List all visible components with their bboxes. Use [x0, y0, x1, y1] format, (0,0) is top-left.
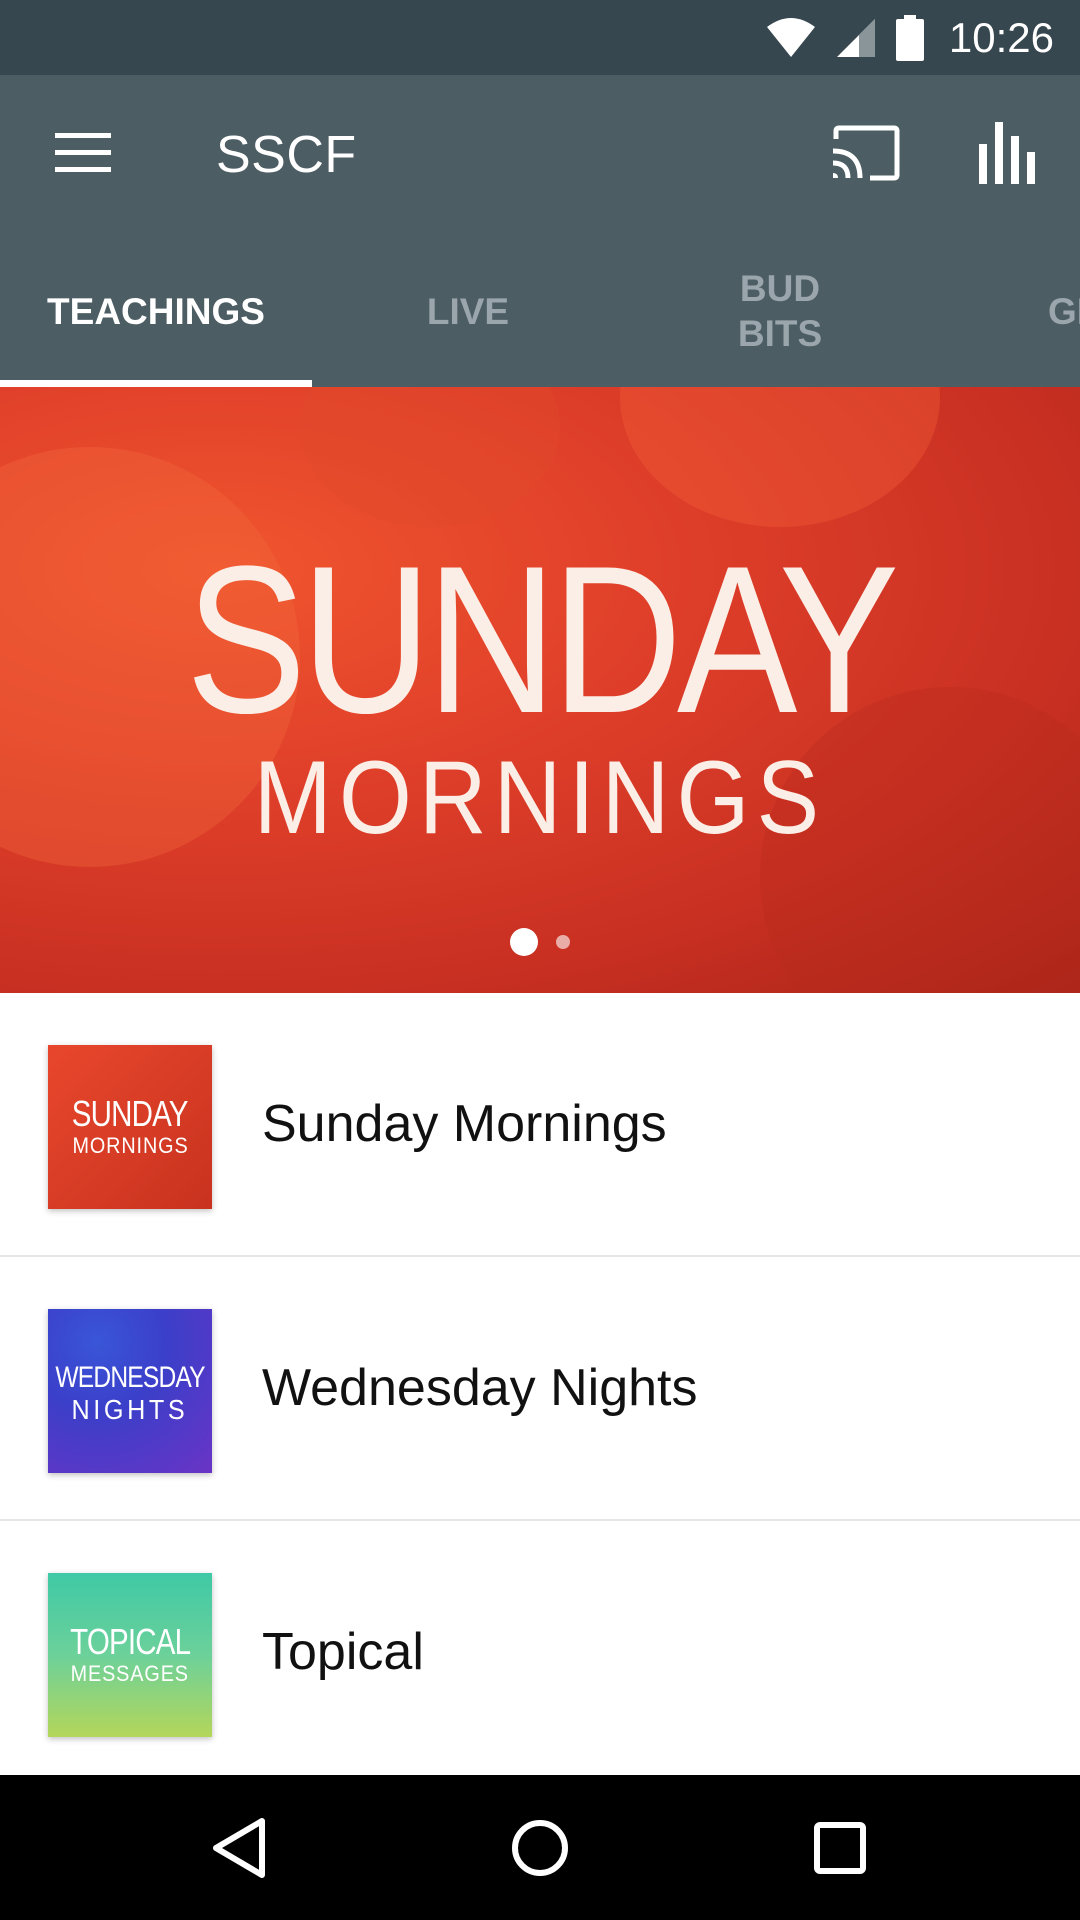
- list-item-wednesday-nights[interactable]: WEDNESDAY NIGHTS Wednesday Nights: [0, 1257, 1080, 1521]
- recents-icon: [812, 1820, 868, 1881]
- thumbnail-wednesday-nights: WEDNESDAY NIGHTS: [48, 1309, 212, 1473]
- tab-bar: TEACHINGS LIVE BUD BITS GI: [0, 235, 1080, 387]
- thumbnail-title: WEDNESDAY: [55, 1361, 205, 1394]
- app-bar: SSCF: [0, 75, 1080, 235]
- pager-dot[interactable]: [556, 935, 570, 949]
- recents-button[interactable]: [795, 1805, 885, 1895]
- screen: 10:26 SSCF TEACHINGS LIVE BUD BITS G SUN…: [0, 0, 1080, 1920]
- status-time: 10:26: [948, 13, 1054, 61]
- tab-indicator: [0, 380, 312, 387]
- list-item-sunday-mornings[interactable]: SUNDAY MORNINGS Sunday Mornings: [0, 993, 1080, 1257]
- cast-button[interactable]: [820, 119, 910, 191]
- app-title: SSCF: [216, 126, 357, 184]
- hero-title-line1: SUNDAY: [185, 522, 899, 757]
- back-icon: [210, 1817, 270, 1884]
- thumbnail-sunday-mornings: SUNDAY MORNINGS: [48, 1045, 212, 1209]
- hero-title-line2: MORNINGS: [253, 740, 827, 856]
- list-item-topical[interactable]: TOPICAL MESSAGES Topical: [0, 1521, 1080, 1785]
- thumbnail-title: SUNDAY: [72, 1093, 189, 1134]
- tab-gi[interactable]: GI: [1048, 235, 1080, 387]
- status-bar: 10:26: [0, 0, 1080, 75]
- stats-button[interactable]: [964, 119, 1050, 191]
- tab-live[interactable]: LIVE: [312, 235, 624, 387]
- battery-icon: [895, 14, 925, 61]
- home-button[interactable]: [495, 1805, 585, 1895]
- stats-icon: [979, 121, 1035, 189]
- back-button[interactable]: [195, 1805, 285, 1895]
- hero-banner[interactable]: SUNDAY MORNINGS: [0, 387, 1080, 993]
- status-icons: 10:26: [765, 0, 1054, 75]
- menu-button[interactable]: [40, 119, 126, 191]
- thumbnail-title: TOPICAL: [69, 1621, 191, 1662]
- thumbnail-subtitle: NIGHTS: [71, 1394, 189, 1425]
- list-item-label: Sunday Mornings: [262, 1095, 667, 1153]
- list-item-label: Wednesday Nights: [262, 1359, 698, 1417]
- cast-icon: [830, 125, 900, 186]
- hero-bokeh: [620, 387, 940, 527]
- tab-bud-bits[interactable]: BUD BITS: [624, 235, 936, 387]
- pager-dots: [0, 927, 1080, 957]
- menu-icon: [55, 132, 111, 178]
- home-icon: [510, 1818, 570, 1883]
- cell-signal-icon: [835, 17, 877, 59]
- thumbnail-topical: TOPICAL MESSAGES: [48, 1573, 212, 1737]
- tab-teachings[interactable]: TEACHINGS: [0, 235, 312, 387]
- teachings-list: SUNDAY MORNINGS Sunday Mornings WEDNESDA…: [0, 993, 1080, 1785]
- hero-bokeh: [300, 387, 560, 527]
- thumbnail-subtitle: MORNINGS: [71, 1133, 189, 1158]
- wifi-icon: [765, 17, 817, 59]
- navigation-bar: [0, 1775, 1080, 1920]
- pager-dot-active[interactable]: [510, 928, 538, 956]
- list-item-label: Topical: [262, 1623, 424, 1681]
- thumbnail-subtitle: MESSAGES: [70, 1661, 190, 1686]
